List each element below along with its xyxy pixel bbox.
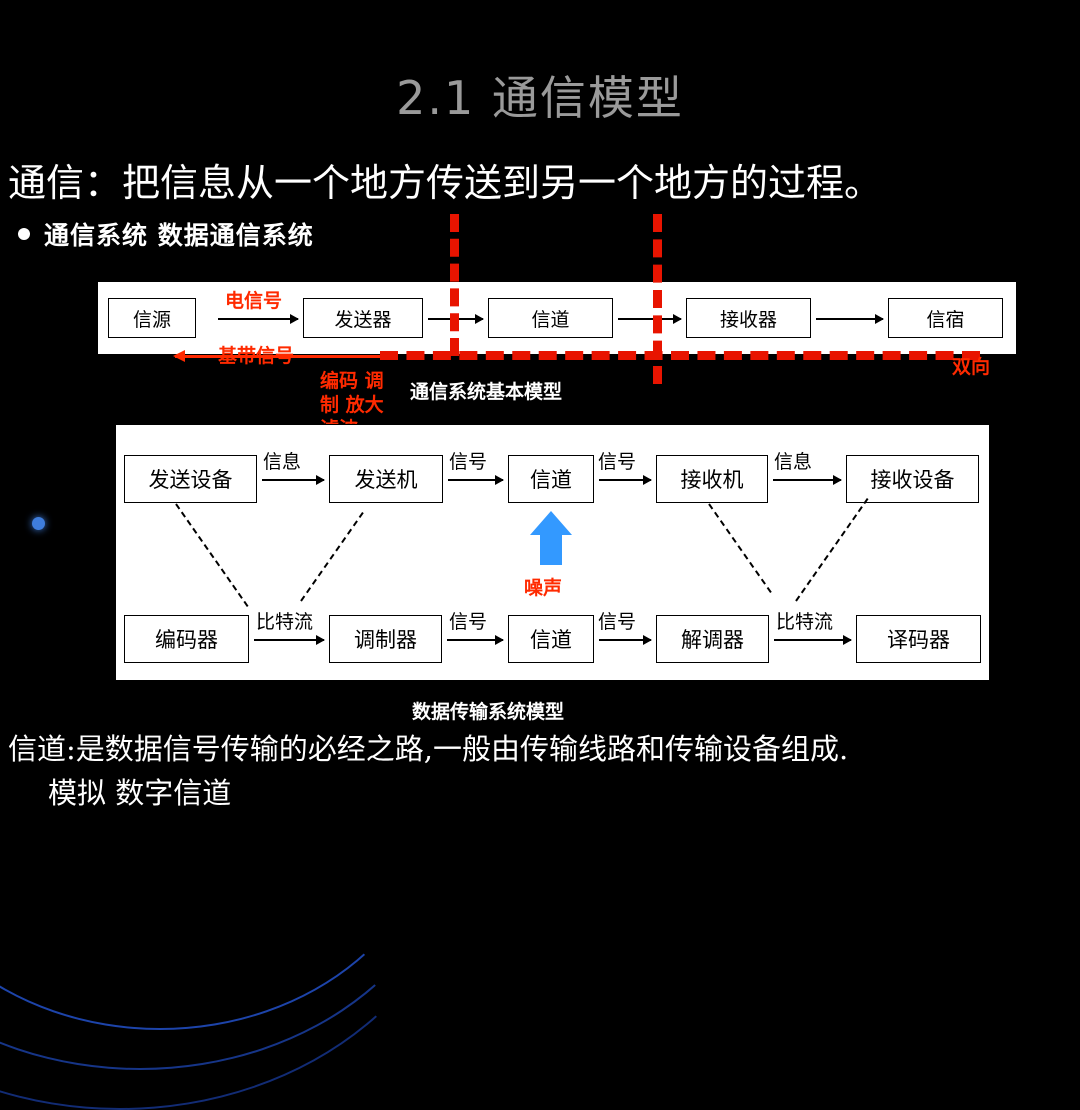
d1-label-coding-line1: 编码 调: [320, 370, 384, 392]
d1-box-source: 信源: [108, 298, 196, 338]
d1-label-bidirectional: 双向: [952, 356, 991, 378]
d2-bottom-edge-label-2: 信号: [449, 611, 488, 633]
d1-red-return-arrow: [173, 350, 390, 362]
d2-box-decoder: 译码器: [856, 615, 981, 663]
d2-box-channel-top: 信道: [508, 455, 594, 503]
d2-dash-connector-left-2: [300, 511, 364, 602]
d2-top-arrow-4: [773, 475, 842, 485]
bullet-dot-icon: [18, 228, 30, 240]
d1-arrow-4: [816, 314, 884, 324]
d2-box-receive-equipment: 接收设备: [846, 455, 979, 503]
d2-bottom-arrow-4: [774, 635, 852, 645]
d2-bottom-edge-label-3: 信号: [598, 611, 637, 633]
d2-bottom-edge-label-4: 比特流: [776, 611, 834, 633]
d2-top-arrow-3: [599, 475, 652, 485]
d2-bottom-arrow-1: [254, 635, 325, 645]
d2-box-receiver: 接收机: [656, 455, 768, 503]
caption-communication-model: 通信系统基本模型: [410, 381, 563, 403]
background-dot: [32, 517, 45, 530]
bottom-note-line-2: 模拟 数字信道: [48, 776, 232, 810]
d2-top-edge-label-4: 信息: [774, 451, 813, 473]
d1-arrow-1: [218, 314, 299, 324]
d1-red-dashed-vertical-right: [653, 214, 662, 384]
noise-arrow-head-icon: [530, 511, 572, 535]
d2-top-edge-label-1: 信息: [263, 451, 302, 473]
data-transmission-model-diagram: 发送设备 发送机 信道 接收机 接收设备 信息 信号 信号 信息 噪声 编码器 …: [115, 424, 990, 681]
d2-bottom-edge-label-1: 比特流: [256, 611, 314, 633]
d1-red-dashed-horizontal: [380, 351, 980, 360]
bullet-item: 通信系统 数据通信系统: [18, 216, 314, 252]
bullet-label: 通信系统 数据通信系统: [44, 221, 314, 250]
d1-box-receiver: 接收器: [686, 298, 811, 338]
d1-box-sink: 信宿: [888, 298, 1003, 338]
d2-label-noise: 噪声: [524, 577, 563, 599]
d1-box-transmitter: 发送器: [303, 298, 423, 338]
lead-sentence: 通信：把信息从一个地方传送到另一个地方的过程。: [8, 161, 883, 205]
d1-label-electric-signal: 电信号: [225, 290, 283, 312]
d2-top-edge-label-3: 信号: [598, 451, 637, 473]
d1-red-dashed-vertical-left: [450, 214, 459, 356]
d2-top-arrow-2: [448, 475, 504, 485]
d2-dash-connector-left-1: [175, 503, 249, 607]
d1-arrow-3: [618, 314, 682, 324]
page-title: 2.1 通信模型: [396, 71, 684, 125]
d2-bottom-arrow-3: [599, 635, 652, 645]
noise-arrow-shaft: [540, 533, 562, 565]
d2-bottom-arrow-2: [447, 635, 504, 645]
d2-box-send-equipment: 发送设备: [124, 455, 257, 503]
d2-dash-connector-right-1: [795, 498, 869, 602]
d2-top-edge-label-2: 信号: [449, 451, 488, 473]
d2-box-transmitter: 发送机: [329, 455, 443, 503]
bottom-note-line-1: 信道:是数据信号传输的必经之路,一般由传输线路和传输设备组成.: [8, 732, 849, 766]
d2-dash-connector-right-2: [708, 503, 772, 594]
d2-box-channel-bottom: 信道: [508, 615, 594, 663]
caption-data-transmission-model: 数据传输系统模型: [412, 701, 565, 723]
d2-top-arrow-1: [262, 475, 325, 485]
d2-box-encoder: 编码器: [124, 615, 249, 663]
d2-box-demodulator: 解调器: [656, 615, 769, 663]
d2-box-modulator: 调制器: [329, 615, 442, 663]
d1-label-coding-line2: 制 放大: [320, 394, 384, 416]
d1-box-channel: 信道: [488, 298, 613, 338]
